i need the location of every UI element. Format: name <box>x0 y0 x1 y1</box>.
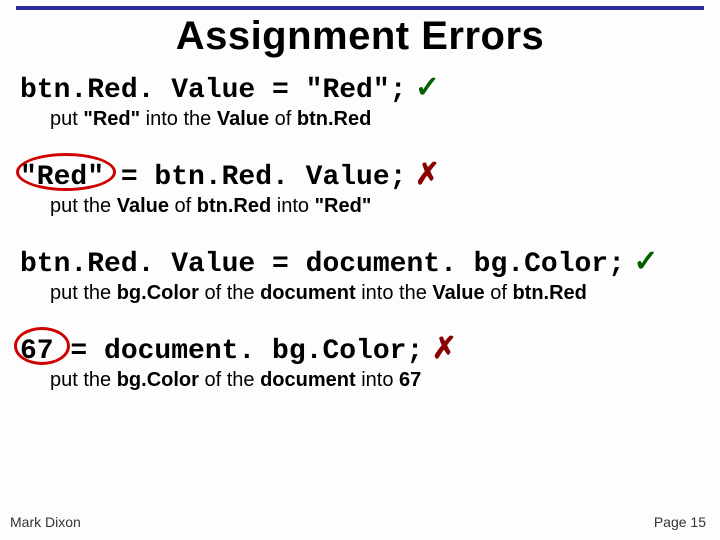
cross-icon: ✗ <box>432 332 457 365</box>
t: put the <box>50 282 117 304</box>
example-4: 67 = document. bg.Color; ✗ put the bg.Co… <box>20 331 700 392</box>
check-icon: ✓ <box>415 71 440 104</box>
content-area: btn.Red. Value = "Red"; ✓ put "Red" into… <box>20 70 700 418</box>
check-icon: ✓ <box>633 245 658 278</box>
t: document <box>260 369 356 391</box>
t: Value <box>217 108 269 130</box>
t: into the <box>356 282 433 304</box>
explain-2: put the Value of btn.Red into "Red" <box>50 195 700 218</box>
t: of <box>169 195 197 217</box>
t: "Red" <box>83 108 140 130</box>
t: document <box>260 282 356 304</box>
page-title: Assignment Errors <box>0 14 720 59</box>
t: of the <box>199 282 260 304</box>
t: btn.Red <box>512 282 586 304</box>
explain-3: put the bg.Color of the document into th… <box>50 282 700 305</box>
t: of <box>485 282 513 304</box>
t: Value <box>117 195 169 217</box>
t: of <box>269 108 297 130</box>
t: put the <box>50 369 117 391</box>
explain-4: put the bg.Color of the document into 67 <box>50 369 700 392</box>
footer-page: Page 15 <box>654 514 706 530</box>
t: into the <box>140 108 217 130</box>
code-line-2: "Red" = btn.Red. Value; <box>20 162 406 193</box>
t: put the <box>50 195 117 217</box>
t: 67 <box>399 369 421 391</box>
t: of the <box>199 369 260 391</box>
t: Value <box>432 282 484 304</box>
example-3: btn.Red. Value = document. bg.Color; ✓ p… <box>20 244 700 305</box>
example-2: "Red" = btn.Red. Value; ✗ put the Value … <box>20 157 700 218</box>
t: "Red" <box>315 195 372 217</box>
header-rule <box>16 6 704 10</box>
t: into <box>271 195 314 217</box>
t: bg.Color <box>117 282 199 304</box>
t: btn.Red <box>297 108 371 130</box>
cross-icon: ✗ <box>415 158 440 191</box>
t: into <box>356 369 399 391</box>
code-line-1: btn.Red. Value = "Red"; <box>20 75 406 106</box>
example-1: btn.Red. Value = "Red"; ✓ put "Red" into… <box>20 70 700 131</box>
t: put <box>50 108 83 130</box>
t: bg.Color <box>117 369 199 391</box>
code-line-3: btn.Red. Value = document. bg.Color; <box>20 249 625 280</box>
code-line-4: 67 = document. bg.Color; <box>20 336 423 367</box>
explain-1: put "Red" into the Value of btn.Red <box>50 108 700 131</box>
footer-author: Mark Dixon <box>10 514 81 530</box>
t: btn.Red <box>197 195 271 217</box>
